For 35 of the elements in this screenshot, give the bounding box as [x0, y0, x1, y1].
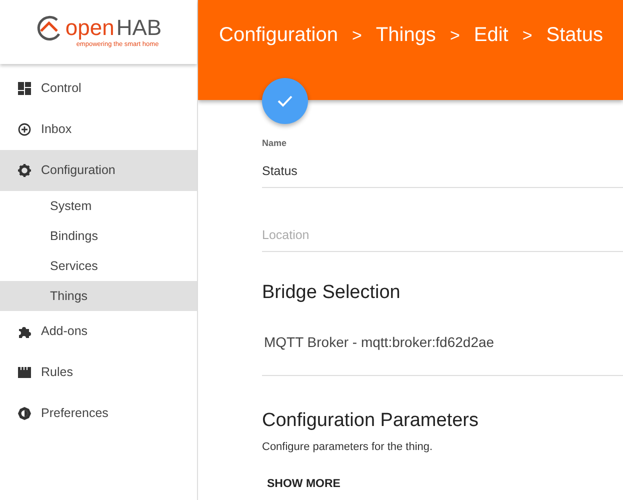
sidebar-subitem[interactable]: System — [0, 191, 197, 221]
plus-circle-icon — [18, 123, 31, 136]
sidebar-label: Inbox — [41, 121, 72, 138]
breadcrumb-separator: > — [450, 25, 460, 47]
field-label: Name — [262, 137, 287, 150]
check-icon — [277, 95, 293, 107]
sidebar-item[interactable]: Inbox — [0, 109, 197, 150]
sidebar-subitem[interactable]: Bindings — [0, 221, 197, 251]
sidebar-item[interactable]: Configuration — [0, 150, 197, 191]
sidebar-label: Preferences — [41, 405, 108, 422]
breadcrumb-separator: > — [352, 25, 362, 47]
contrast-icon — [18, 407, 31, 420]
bridge-selection-item[interactable]: MQTT Broker - mqtt:broker:fd62d2ae — [262, 304, 623, 376]
sidebar-item[interactable]: Add-ons — [0, 311, 197, 352]
breadcrumb-separator: > — [522, 25, 532, 47]
sidebar-item[interactable]: Control — [0, 68, 197, 109]
dashboard-icon — [18, 82, 31, 95]
section-heading: Configuration Parameters — [262, 410, 480, 434]
section-heading: Bridge Selection — [262, 282, 402, 304]
sidebar-subitem[interactable]: Things — [0, 281, 197, 311]
logo-text: HAB — [116, 17, 162, 40]
show-more-button[interactable]: SHOW MORE — [267, 476, 340, 493]
save-button[interactable] — [262, 78, 308, 124]
sidebar-label: Rules — [41, 364, 73, 382]
gear-icon — [18, 164, 31, 177]
logo-text: open — [65, 17, 114, 40]
sidebar-subitem[interactable]: Services — [0, 251, 197, 281]
clapperboard-icon — [18, 366, 31, 379]
sidebar-item[interactable]: Rules — [0, 352, 197, 393]
sidebar-label: Add-ons — [41, 323, 88, 340]
sidebar-label: Control — [41, 80, 82, 98]
section-description: Configure parameters for the thing. — [262, 440, 434, 456]
puzzle-icon — [18, 325, 31, 338]
sidebar-label: Configuration — [41, 162, 116, 180]
sidebar-item[interactable]: Preferences — [0, 393, 197, 434]
